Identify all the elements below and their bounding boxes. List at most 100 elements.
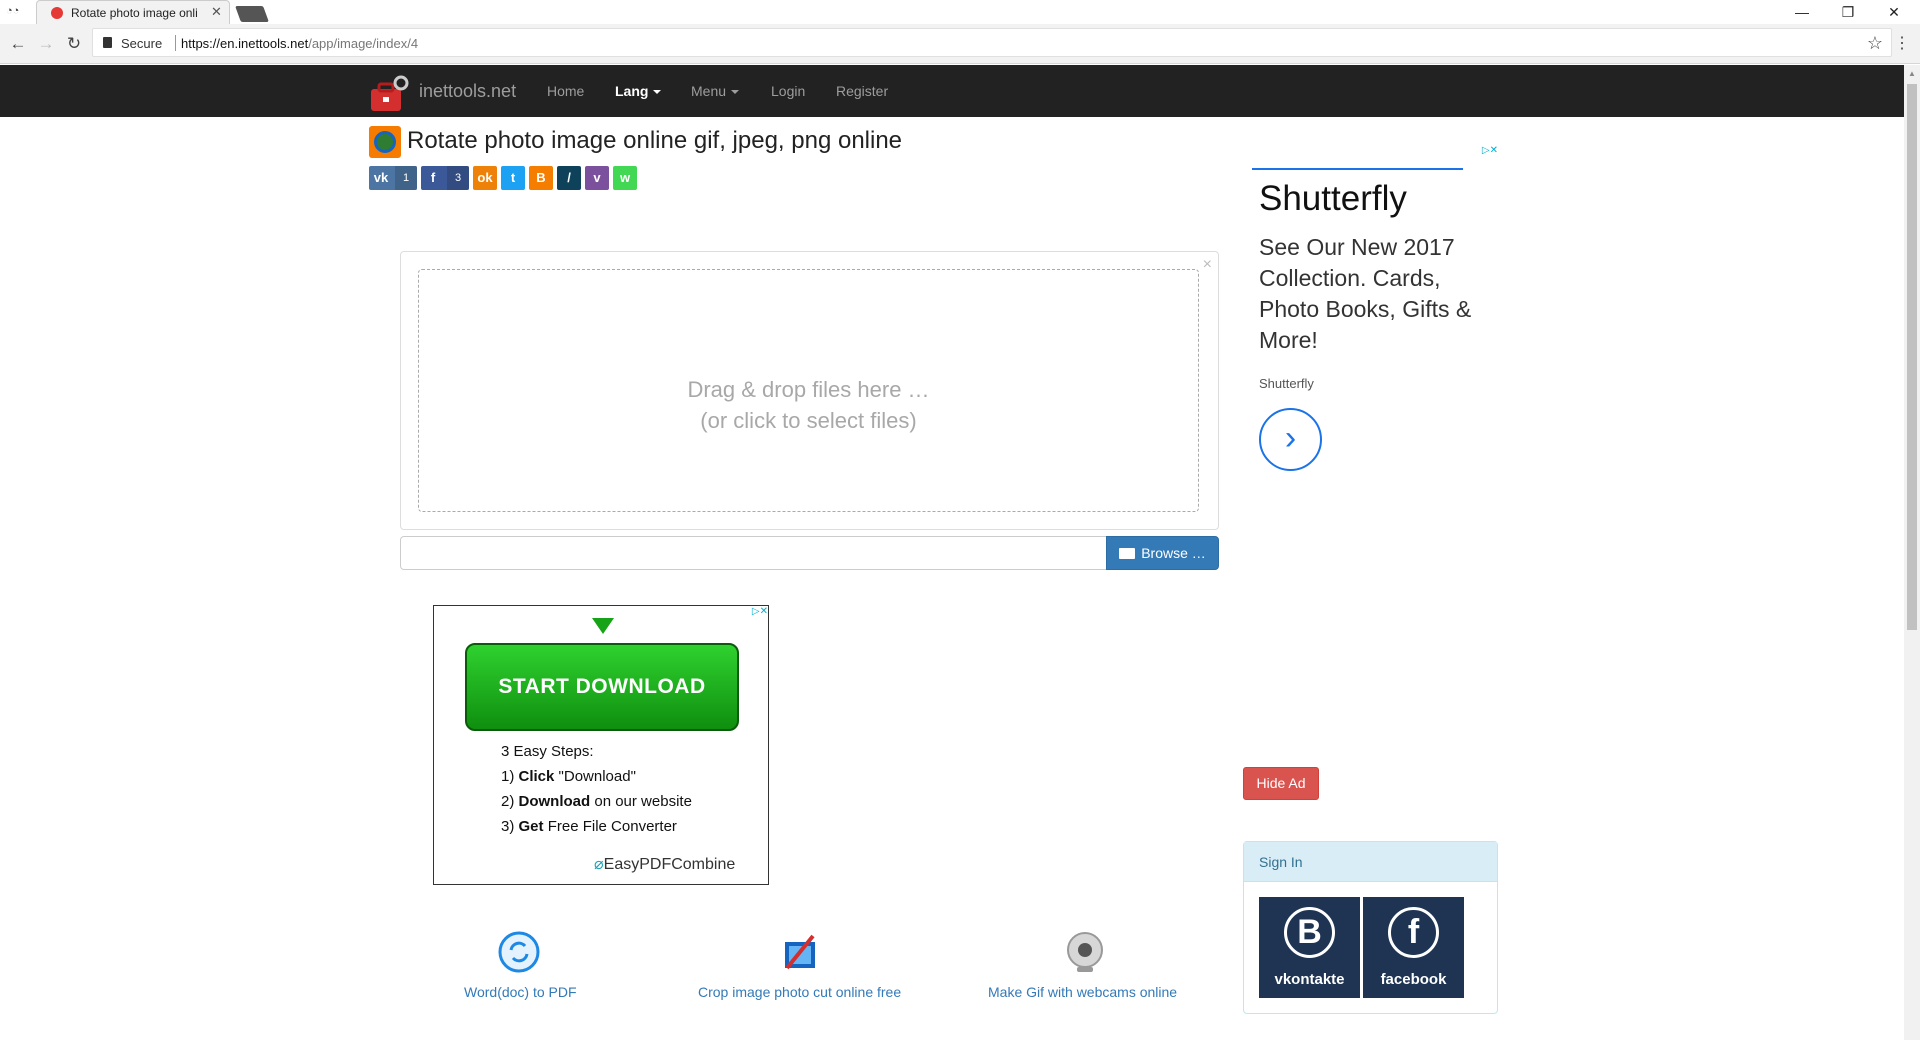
close-icon[interactable]: × bbox=[1203, 256, 1212, 274]
step-bold: Get bbox=[518, 818, 544, 835]
browser-menu-icon[interactable]: ⋮ bbox=[1894, 33, 1910, 53]
toolbox-logo-icon[interactable] bbox=[369, 75, 409, 113]
livejournal-icon: / bbox=[567, 170, 571, 185]
nav-menu-label: Menu bbox=[691, 83, 727, 99]
ad-title[interactable]: Shutterfly bbox=[1259, 179, 1407, 219]
shutterfly-ad[interactable]: ▷✕ Shutterfly See Our New 2017 Collectio… bbox=[1252, 145, 1498, 471]
nav-lang[interactable]: Lang bbox=[615, 83, 662, 99]
nav-home[interactable]: Home bbox=[547, 83, 584, 99]
url-text: https://en.inettools.net/app/image/index… bbox=[181, 36, 418, 51]
page-title: Rotate photo image online gif, jpeg, png… bbox=[407, 127, 903, 154]
share-facebook-button[interactable]: f 3 bbox=[421, 166, 469, 190]
step-bold: Click bbox=[518, 768, 555, 785]
share-whatsapp-button[interactable]: w bbox=[613, 166, 637, 190]
hide-ad-button[interactable]: Hide Ad bbox=[1243, 767, 1319, 800]
new-tab-button[interactable] bbox=[235, 6, 269, 22]
url-host: https://en.inettools.net bbox=[181, 36, 309, 51]
vkontakte-login-button[interactable]: B vkontakte bbox=[1259, 897, 1360, 998]
step-1: 1) Click "Download" bbox=[501, 764, 692, 789]
blogger-icon: B bbox=[536, 170, 546, 185]
page-scrollbar[interactable]: ▲ bbox=[1904, 65, 1920, 1040]
whatsapp-icon: w bbox=[619, 170, 631, 185]
share-count: 3 bbox=[447, 166, 469, 190]
arrow-down-icon bbox=[592, 618, 614, 634]
site-navbar: inettools.net Home Lang Menu Login Regis… bbox=[0, 65, 1904, 117]
share-livejournal-button[interactable]: / bbox=[557, 166, 581, 190]
adchoices-icon[interactable]: ▷✕ bbox=[742, 606, 768, 620]
ad-divider bbox=[1252, 168, 1463, 170]
paperclip-icon: ⌀ bbox=[594, 856, 604, 873]
nav-menu[interactable]: Menu bbox=[691, 83, 740, 99]
bookmark-star-icon[interactable]: ☆ bbox=[1867, 33, 1883, 54]
caret-down-icon bbox=[653, 90, 662, 95]
rotate-tool-icon bbox=[369, 126, 401, 158]
folder-open-icon bbox=[1119, 548, 1136, 559]
tool-label[interactable]: Crop image photo cut online free bbox=[698, 984, 901, 1000]
browser-toolbar: ← → ↻ Secure https://en.inettools.net/ap… bbox=[0, 24, 1920, 64]
browser-tab[interactable]: Rotate photo image onli ✕ bbox=[36, 0, 230, 24]
share-odnoklassniki-button[interactable]: ok bbox=[473, 166, 497, 190]
share-count: 1 bbox=[395, 166, 417, 190]
share-viber-button[interactable]: v bbox=[585, 166, 609, 190]
word-to-pdf-icon bbox=[498, 931, 540, 973]
crop-image-icon bbox=[785, 934, 815, 970]
vk-label: vkontakte bbox=[1274, 971, 1345, 988]
facebook-login-button[interactable]: f facebook bbox=[1363, 897, 1464, 998]
url-separator bbox=[175, 35, 176, 51]
browser-tabstrip: ◔◔ Rotate photo image onli ✕ — ❐ ✕ bbox=[0, 0, 1920, 24]
tool-label[interactable]: Word(doc) to PDF bbox=[464, 984, 577, 1000]
reload-icon[interactable]: ↻ bbox=[64, 34, 84, 54]
scrollbar-thumb[interactable] bbox=[1907, 84, 1917, 630]
tool-label[interactable]: Make Gif with webcams online bbox=[988, 984, 1177, 1000]
dropzone-line2: (or click to select files) bbox=[700, 408, 917, 433]
step-num: 3) bbox=[501, 818, 515, 835]
webcam-icon bbox=[1067, 932, 1103, 972]
easypdfcombine-logo: ⌀EasyPDFCombine bbox=[594, 854, 735, 874]
share-blogger-button[interactable]: B bbox=[529, 166, 553, 190]
brand-name: EasyPDFCombine bbox=[603, 856, 736, 873]
file-path-input[interactable] bbox=[400, 536, 1107, 570]
ad-steps: 3 Easy Steps: 1) Click "Download" 2) Dow… bbox=[501, 739, 692, 839]
twitter-icon: t bbox=[510, 170, 516, 185]
dropzone-text: Drag & drop files here … (or click to se… bbox=[419, 374, 1198, 436]
nav-register[interactable]: Register bbox=[836, 83, 888, 99]
viber-icon: v bbox=[593, 170, 601, 185]
step-text: on our website bbox=[594, 793, 692, 810]
caret-down-icon bbox=[731, 90, 740, 95]
url-path: /app/image/index/4 bbox=[308, 36, 419, 51]
close-window-button[interactable]: ✕ bbox=[1872, 2, 1916, 22]
fb-label: facebook bbox=[1380, 971, 1447, 988]
browse-button[interactable]: Browse … bbox=[1106, 536, 1219, 570]
forward-icon[interactable]: → bbox=[36, 34, 56, 54]
share-twitter-button[interactable]: t bbox=[501, 166, 525, 190]
odnoklassniki-icon: ok bbox=[477, 170, 493, 185]
download-ad[interactable]: ▷✕ START DOWNLOAD 3 Easy Steps: 1) Click… bbox=[433, 605, 769, 885]
file-dropzone[interactable]: Drag & drop files here … (or click to se… bbox=[418, 269, 1199, 512]
step-bold: Download bbox=[518, 793, 591, 810]
back-icon[interactable]: ← bbox=[8, 34, 28, 54]
signin-title: Sign In bbox=[1244, 842, 1497, 882]
browse-label: Browse … bbox=[1141, 545, 1206, 561]
tab-close-icon[interactable]: ✕ bbox=[211, 4, 222, 20]
vk-icon: vk bbox=[373, 170, 389, 185]
start-download-button[interactable]: START DOWNLOAD bbox=[465, 643, 739, 731]
step-3: 3) Get Free File Converter bbox=[501, 814, 692, 839]
share-vk-button[interactable]: vk 1 bbox=[369, 166, 417, 190]
secure-label: Secure bbox=[121, 36, 163, 51]
step-num: 2) bbox=[501, 793, 515, 810]
facebook-icon: f bbox=[1388, 907, 1439, 958]
address-bar[interactable]: Secure https://en.inettools.net/app/imag… bbox=[92, 28, 1892, 57]
step-text: "Download" bbox=[558, 768, 636, 785]
scroll-up-icon[interactable]: ▲ bbox=[1908, 69, 1916, 78]
minimize-button[interactable]: — bbox=[1780, 2, 1824, 22]
step-text: Free File Converter bbox=[547, 818, 677, 835]
site-logo-text[interactable]: inettools.net bbox=[419, 81, 516, 102]
nav-login[interactable]: Login bbox=[771, 83, 805, 99]
adchoices-icon[interactable]: ▷✕ bbox=[1472, 145, 1498, 159]
steps-title: 3 Easy Steps: bbox=[501, 743, 594, 760]
lock-icon bbox=[103, 37, 112, 48]
signin-panel: Sign In B vkontakte f facebook bbox=[1243, 841, 1498, 1014]
chevron-right-icon[interactable]: › bbox=[1259, 408, 1322, 471]
incognito-icon: ◔◔ bbox=[6, 5, 20, 17]
restore-button[interactable]: ❐ bbox=[1826, 2, 1870, 22]
